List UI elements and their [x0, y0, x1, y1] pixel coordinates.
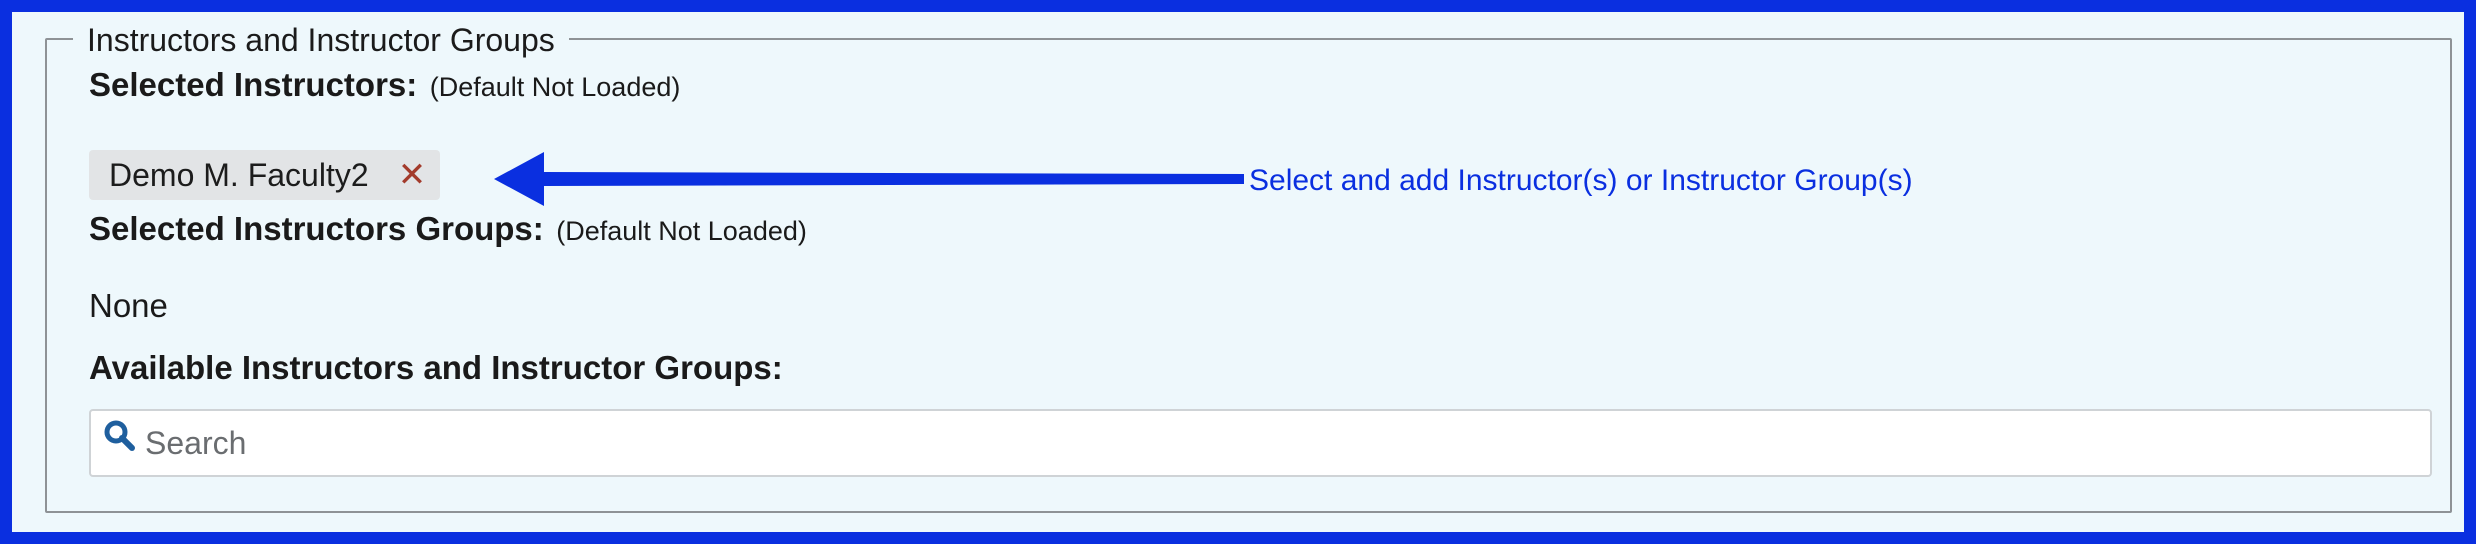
fieldset-legend: Instructors and Instructor Groups	[73, 20, 569, 60]
selected-groups-note: (Default Not Loaded)	[556, 216, 807, 246]
instructors-fieldset: Instructors and Instructor Groups Select…	[45, 20, 2452, 513]
annotation-callout: Select and add Instructor(s) or Instruct…	[1249, 164, 1913, 197]
annotation-arrow	[494, 152, 1244, 206]
annotation-frame: Instructors and Instructor Groups Select…	[0, 0, 2476, 544]
selected-groups-label-row: Selected Instructors Groups: (Default No…	[89, 210, 807, 248]
instructor-chip: Demo M. Faculty2 ✕	[89, 150, 440, 200]
selected-instructors-label: Selected Instructors:	[89, 66, 418, 103]
selected-groups-label: Selected Instructors Groups:	[89, 210, 544, 247]
instructor-chip-label: Demo M. Faculty2	[109, 156, 369, 193]
search-box[interactable]	[89, 409, 2432, 477]
selected-instructors-note: (Default Not Loaded)	[429, 72, 681, 102]
search-icon	[101, 417, 141, 457]
available-label-row: Available Instructors and Instructor Gro…	[89, 349, 783, 387]
close-icon[interactable]: ✕	[394, 156, 430, 194]
selected-instructors-label-row: Selected Instructors: (Default Not Loade…	[89, 66, 680, 104]
available-label: Available Instructors and Instructor Gro…	[89, 349, 783, 386]
search-input[interactable]	[141, 411, 2429, 475]
selected-groups-empty: None	[89, 287, 168, 324]
